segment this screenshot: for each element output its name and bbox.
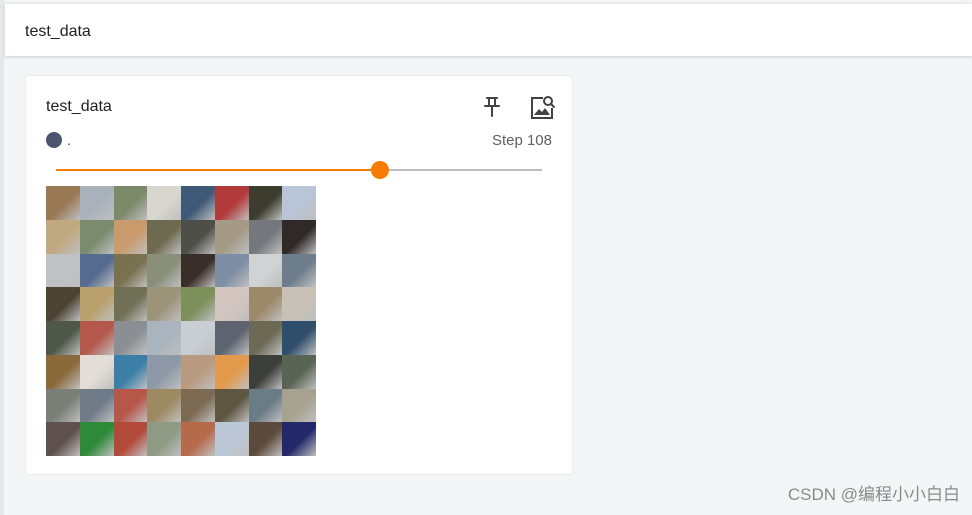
image-tile <box>79 354 114 389</box>
image-tile <box>113 354 148 389</box>
image-tile <box>46 354 80 389</box>
image-tile <box>79 321 114 355</box>
slider-fill <box>56 169 381 171</box>
image-tile <box>79 287 114 321</box>
image-tile <box>147 321 181 355</box>
image-tile <box>248 422 283 456</box>
image-tile <box>46 253 80 288</box>
image-tile <box>147 186 181 220</box>
image-tile <box>181 219 215 254</box>
image-tile <box>214 253 249 288</box>
image-tile <box>113 388 148 423</box>
image-tile <box>282 253 316 288</box>
image-tile <box>46 186 80 220</box>
image-tile <box>79 422 114 456</box>
page-title: test_data <box>25 23 91 40</box>
image-tile <box>113 253 148 288</box>
image-tile <box>282 186 316 220</box>
image-tile <box>248 186 283 220</box>
step-slider[interactable] <box>56 160 542 180</box>
image-tile <box>181 321 215 355</box>
image-tile <box>248 388 283 423</box>
image-tile <box>46 422 80 456</box>
image-tile <box>248 219 283 254</box>
image-tile <box>248 354 283 389</box>
image-tile <box>113 422 148 456</box>
image-tile <box>181 287 215 321</box>
image-card: test_data . Step 108 <box>25 75 573 475</box>
image-grid[interactable] <box>46 186 316 456</box>
slider-thumb[interactable] <box>371 161 390 179</box>
image-tile <box>147 253 181 288</box>
image-tile <box>113 219 148 254</box>
image-tile <box>46 388 80 423</box>
run-color-dot <box>46 132 62 148</box>
image-tile <box>282 422 316 456</box>
image-tile <box>113 287 148 321</box>
image-tile <box>282 388 316 423</box>
image-tile <box>46 321 80 355</box>
card-title: test_data <box>46 98 112 115</box>
image-tile <box>282 321 316 355</box>
image-tile <box>79 186 114 220</box>
watermark: CSDN @编程小小白白 <box>787 485 960 504</box>
image-tile <box>214 219 249 254</box>
image-tile <box>248 321 283 355</box>
image-search-icon[interactable] <box>528 94 556 122</box>
image-tile <box>46 287 80 321</box>
image-tile <box>46 219 80 254</box>
image-tile <box>181 354 215 389</box>
image-tile <box>282 287 316 321</box>
image-tile <box>248 287 283 321</box>
image-tile <box>282 354 316 389</box>
image-tile <box>214 186 249 220</box>
image-tile <box>181 388 215 423</box>
image-tile <box>181 186 215 220</box>
image-tile <box>147 388 181 423</box>
image-tile <box>214 422 249 456</box>
image-tile <box>181 253 215 288</box>
step-label: Step 108 <box>491 132 552 149</box>
window-left-edge <box>0 0 4 515</box>
image-tile <box>79 253 114 288</box>
image-tile <box>147 422 181 456</box>
image-tile <box>282 219 316 254</box>
image-tile <box>79 219 114 254</box>
top-bar: test_data <box>5 3 972 56</box>
image-tile <box>147 287 181 321</box>
image-tile <box>147 219 181 254</box>
image-tile <box>214 287 249 321</box>
run-name: . <box>67 132 71 148</box>
image-tile <box>214 321 249 355</box>
image-tile <box>113 186 148 220</box>
image-tile <box>214 388 249 423</box>
image-tile <box>181 422 215 456</box>
image-tile <box>147 354 181 389</box>
image-tile <box>248 253 283 288</box>
image-tile <box>79 388 114 423</box>
pin-icon[interactable] <box>482 96 502 118</box>
image-tile <box>113 321 148 355</box>
image-tile <box>214 354 249 389</box>
